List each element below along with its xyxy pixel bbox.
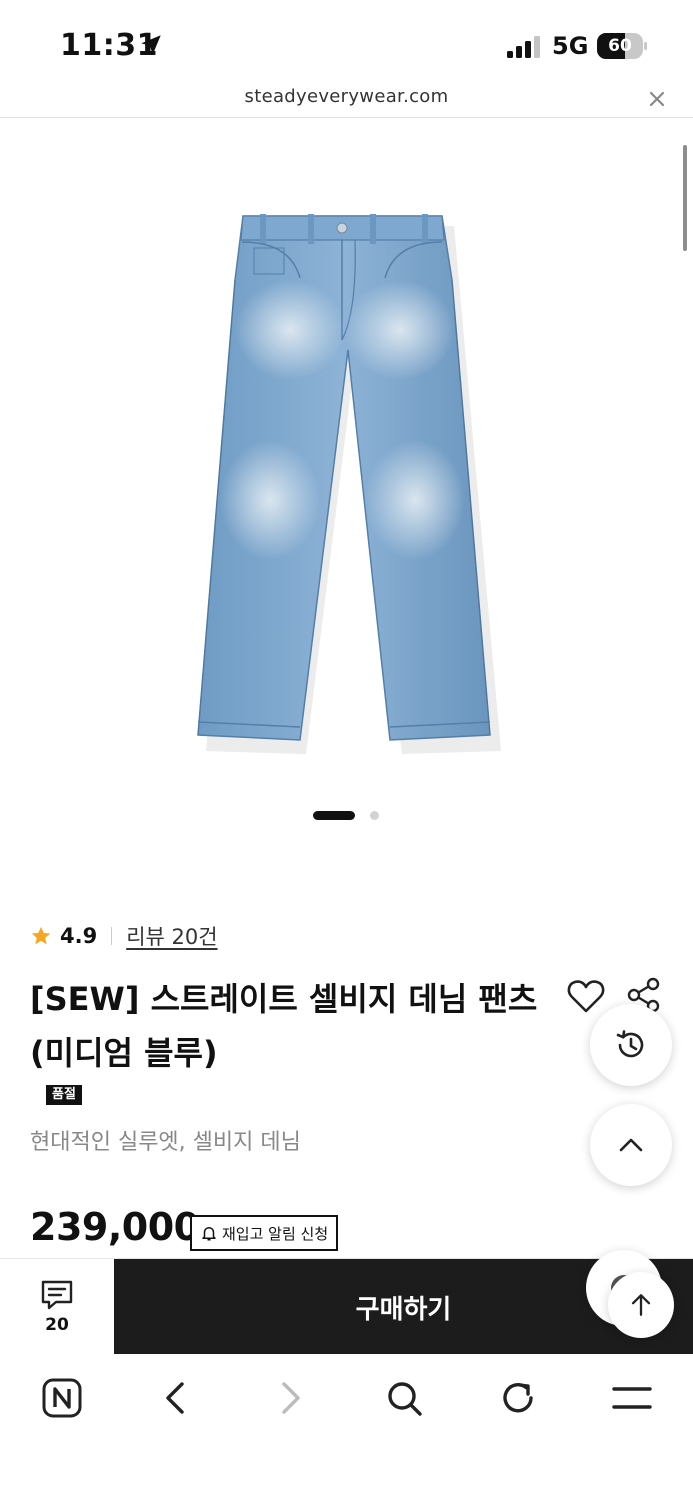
bell-icon bbox=[202, 1227, 216, 1241]
close-icon[interactable] bbox=[645, 87, 669, 111]
product-title-line1: [SEW] 스트레이트 셀비지 데님 팬츠 bbox=[30, 980, 538, 1018]
reload-button[interactable] bbox=[494, 1374, 542, 1422]
chevron-left-icon bbox=[166, 1382, 184, 1414]
search-icon bbox=[388, 1382, 422, 1416]
restock-alert-label: 재입고 알림 신청 bbox=[222, 1224, 329, 1243]
product-price: 239,000 bbox=[30, 1205, 200, 1249]
back-button[interactable] bbox=[152, 1374, 200, 1422]
naver-n-icon bbox=[42, 1378, 82, 1418]
cellular-signal-icon bbox=[507, 36, 540, 58]
carousel-indicator[interactable] bbox=[313, 811, 383, 821]
menu-button[interactable] bbox=[608, 1374, 656, 1422]
status-bar: 11:31 5G 60 bbox=[0, 0, 693, 88]
carousel-dot-active[interactable] bbox=[313, 811, 355, 820]
url-text[interactable]: steadyeverywear.com bbox=[0, 86, 693, 107]
battery-level: 60 bbox=[608, 36, 632, 56]
network-label: 5G bbox=[552, 32, 589, 60]
search-button[interactable] bbox=[380, 1374, 428, 1422]
page-scrollbar[interactable] bbox=[683, 145, 687, 251]
naver-home-button[interactable] bbox=[38, 1374, 86, 1422]
hamburger-menu-icon bbox=[612, 1387, 652, 1409]
history-icon bbox=[616, 1030, 644, 1058]
star-icon bbox=[31, 926, 51, 945]
browser-toolbar bbox=[0, 1354, 693, 1500]
review-count: 20 bbox=[45, 1315, 69, 1335]
reload-icon bbox=[503, 1383, 533, 1413]
recently-viewed-button[interactable] bbox=[590, 1004, 672, 1086]
forward-button[interactable] bbox=[266, 1374, 314, 1422]
heart-icon[interactable] bbox=[566, 978, 606, 1014]
carousel-dot[interactable] bbox=[370, 811, 379, 820]
product-image[interactable] bbox=[150, 200, 540, 760]
product-subtitle: 현대적인 실루엣, 셀비지 데님 bbox=[30, 1130, 301, 1155]
scroll-up-button[interactable] bbox=[590, 1104, 672, 1186]
battery-indicator: 60 bbox=[597, 33, 647, 59]
product-title: [SEW] 스트레이트 셀비지 데님 팬츠 (미디엄 블루) bbox=[30, 972, 540, 1080]
review-link[interactable]: 리뷰 20건 bbox=[126, 921, 217, 951]
reviews-button[interactable]: 20 bbox=[0, 1259, 114, 1355]
back-to-top-button[interactable] bbox=[608, 1272, 674, 1338]
url-bar[interactable]: steadyeverywear.com bbox=[0, 80, 693, 118]
location-arrow-icon bbox=[141, 35, 161, 55]
chevron-up-icon bbox=[619, 1138, 643, 1152]
arrow-up-icon bbox=[631, 1294, 651, 1316]
chevron-right-icon bbox=[282, 1382, 300, 1414]
restock-alert-button[interactable]: 재입고 알림 신청 bbox=[190, 1215, 339, 1251]
product-title-line2: (미디엄 블루) bbox=[30, 1034, 218, 1072]
rating-row: 4.9 리뷰 20건 bbox=[30, 920, 218, 952]
divider bbox=[111, 927, 113, 945]
chat-icon bbox=[41, 1280, 73, 1310]
sold-out-badge: 품절 bbox=[46, 1085, 82, 1105]
rating-value: 4.9 bbox=[60, 924, 98, 948]
